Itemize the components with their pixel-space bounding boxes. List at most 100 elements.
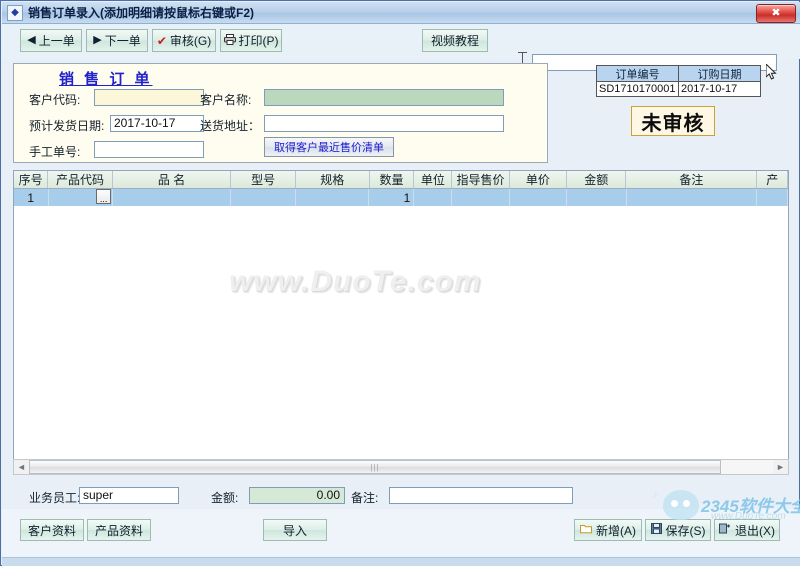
grid-body: 1... 1 <box>14 189 788 472</box>
grid-cell[interactable] <box>567 189 627 206</box>
grid-cell[interactable] <box>414 189 453 206</box>
form-title: 销 售 订 单 <box>59 71 153 88</box>
order-info-header-row: 订单编号 订购日期 <box>597 66 760 82</box>
grid-column-header[interactable]: 产 <box>757 171 788 188</box>
printer-icon <box>223 33 236 48</box>
grid-empty-area <box>14 206 788 472</box>
folder-icon <box>580 524 592 537</box>
ship-date-label: 预计发货日期: <box>29 119 105 133</box>
import-button[interactable]: 导入 <box>263 519 327 541</box>
app-diamond-icon: ◆ <box>7 4 23 21</box>
grid-column-header[interactable]: 品 名 <box>113 171 232 188</box>
grid-column-header[interactable]: 金额 <box>567 171 627 188</box>
mouse-cursor-icon <box>765 62 778 82</box>
grid-cell[interactable] <box>452 189 510 206</box>
scrollbar-thumb[interactable]: ||| <box>29 460 721 474</box>
grid-cell[interactable] <box>627 189 758 206</box>
mascot-eye-left-icon <box>671 500 678 507</box>
manual-order-no-input[interactable] <box>94 141 204 158</box>
order-date-header: 订购日期 <box>697 68 742 81</box>
table-row[interactable]: 1... 1 <box>14 189 788 206</box>
grid-cell[interactable] <box>757 189 788 206</box>
print-label: 打印(P) <box>238 34 279 48</box>
grid-cell[interactable]: 1 <box>369 189 415 206</box>
next-order-label: 下一单 <box>104 34 141 48</box>
grid-column-header[interactable]: 型号 <box>231 171 296 188</box>
order-header-form: 销 售 订 单 客户代码: 客户名称: 预计发货日期: 2017-10-17 送… <box>13 63 548 163</box>
grid-cell[interactable] <box>296 189 370 206</box>
status-line <box>2 557 800 566</box>
printer-glyph <box>223 33 236 45</box>
prev-order-button[interactable]: ◀ 上一单 <box>20 29 82 52</box>
order-no-value: SD1710170001 <box>597 82 679 96</box>
video-tutorial-button[interactable]: 视频教程 <box>422 29 488 52</box>
window-title: 销售订单录入(添加明细请按鼠标右键或F2) <box>28 6 254 20</box>
left-triangle-icon: ◀ <box>27 34 36 46</box>
grid-column-header[interactable]: 指导售价 <box>452 171 510 188</box>
customer-name-input[interactable] <box>264 89 504 106</box>
save-button[interactable]: 保存(S) <box>645 519 711 541</box>
add-button[interactable]: 新增(A) <box>574 519 642 541</box>
grid-cell[interactable]: 1 <box>14 189 49 206</box>
save-label: 保存(S) <box>665 523 706 538</box>
order-date-value: 2017-10-17 <box>681 83 738 95</box>
exit-button[interactable]: 退出(X) <box>714 519 780 541</box>
customer-code-input[interactable] <box>94 89 204 106</box>
grid-column-header[interactable]: 序号 <box>14 171 49 188</box>
next-order-button[interactable]: ▶ 下一单 <box>86 29 148 52</box>
grid-column-header[interactable]: 产品代码 <box>48 171 113 188</box>
exit-door-icon <box>719 523 731 537</box>
product-data-button[interactable]: 产品资料 <box>87 519 151 541</box>
print-button[interactable]: 打印(P) <box>220 29 282 52</box>
scroll-right-arrow-icon[interactable]: ► <box>773 460 788 474</box>
memo-input[interactable] <box>389 487 573 504</box>
grid-header-row: 序号 产品代码品 名型号 规格 数量 单位 指导售价 单价 金额 备注产 <box>14 171 788 189</box>
floppy-disk-icon <box>650 523 662 537</box>
grid-column-header[interactable]: 单价 <box>510 171 568 188</box>
grid-column-header[interactable]: 单位 <box>414 171 453 188</box>
toolbar: ◀ 上一单 ▶ 下一单 ✔ 审核(G) 打印(P) 视频教程 <box>2 24 800 80</box>
sales-order-window: ◆ 销售订单录入(添加明细请按鼠标右键或F2) ✖ ◀ 上一单 ▶ 下一单 ✔ … <box>0 0 800 566</box>
product-picker-button[interactable]: ... <box>96 189 112 204</box>
ship-address-label: 送货地址： <box>200 119 261 133</box>
mascot-eye-right-icon <box>683 500 690 507</box>
exit-label: 退出(X) <box>735 523 775 538</box>
grid-column-header[interactable]: 数量 <box>370 171 415 188</box>
amount-label: 金额: <box>211 491 239 505</box>
grid-cell[interactable] <box>113 189 231 206</box>
manual-order-no-label: 手工单号: <box>29 145 81 159</box>
order-info-value-row: SD1710170001 2017-10-17 <box>597 82 760 96</box>
customer-data-button[interactable]: 客户资料 <box>20 519 84 541</box>
order-no-header: 订单编号 <box>597 66 679 81</box>
grid-cell[interactable] <box>510 189 568 206</box>
customer-code-label: 客户代码: <box>29 93 81 107</box>
scrollbar-track[interactable]: ||| <box>29 460 773 474</box>
audit-button[interactable]: ✔ 审核(G) <box>152 29 216 52</box>
employee-label: 业务员工: <box>29 491 81 505</box>
ship-date-input[interactable]: 2017-10-17 <box>110 115 204 132</box>
add-label: 新增(A) <box>596 523 636 538</box>
status-badge: 未审核 <box>631 106 715 136</box>
music-note-icon: ♪ <box>653 488 659 500</box>
grid-horizontal-scrollbar[interactable]: ◄ ||| ► <box>13 459 789 475</box>
bottom-bar: 客户资料 产品资料 导入 新增(A) 保存(S) 退出(X) <box>2 509 800 559</box>
prev-order-label: 上一单 <box>38 34 75 48</box>
memo-label: 备注: <box>351 491 379 505</box>
grid-column-header[interactable]: 备注 <box>626 171 758 188</box>
customer-name-label: 客户名称: <box>200 93 252 107</box>
right-triangle-icon: ▶ <box>93 34 102 46</box>
scroll-left-arrow-icon[interactable]: ◄ <box>14 460 29 474</box>
floppy-glyph <box>650 523 662 534</box>
close-button[interactable]: ✖ <box>756 4 796 23</box>
title-bar: ◆ 销售订单录入(添加明细请按鼠标右键或F2) ✖ <box>2 2 800 24</box>
ship-address-input[interactable] <box>264 115 504 132</box>
recent-price-list-button[interactable]: 取得客户最近售价清单 <box>264 137 394 157</box>
order-detail-grid: 序号 产品代码品 名型号 规格 数量 单位 指导售价 单价 金额 备注产 1... 1 <box>13 170 789 472</box>
checkmark-icon: ✔ <box>156 33 167 48</box>
grid-cell[interactable]: ... <box>49 189 114 206</box>
grid-cell[interactable] <box>231 189 296 206</box>
audit-label: 审核(G) <box>169 34 212 48</box>
cursor-glyph <box>765 62 777 80</box>
grid-column-header[interactable]: 规格 <box>296 171 370 188</box>
employee-input[interactable]: super <box>79 487 179 504</box>
